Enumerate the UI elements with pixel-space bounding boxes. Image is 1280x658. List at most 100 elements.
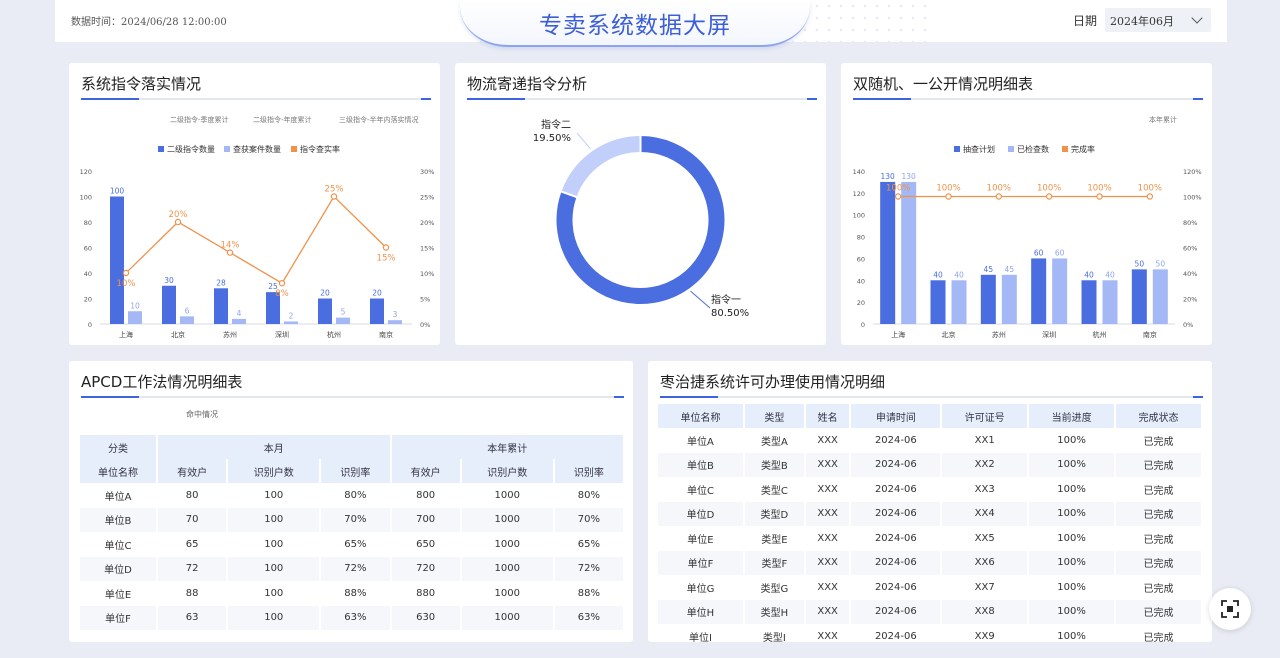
y-tick-label: 80 [84,219,92,227]
table-row[interactable]: 单位E 88 100 88% 880 1000 88% [80,581,623,606]
x-tick-label: 杭州 [327,330,341,339]
y-tick-label: 0 [88,321,92,329]
table-cell: 2024-06 [851,550,941,575]
date-select[interactable]: 2024年06月 [1105,8,1211,32]
bar-series-2 [1152,269,1168,324]
table-row[interactable]: 单位G 类型G XXX 2024-06 XX7 100% 已完成 [658,575,1201,600]
table-cell: 类型C [760,485,788,497]
table-cell: 已完成 [1116,501,1201,526]
date-label: 日期 [1073,14,1098,28]
bar-series-2 [951,280,967,324]
y-tick-label: 120 [853,190,865,198]
table-cell: 单位F [80,605,156,630]
table-cell: 单位I [688,632,712,644]
line-point [226,249,234,256]
table-cell: 880 [416,587,436,599]
table-row[interactable]: 单位B 类型B XXX 2024-06 XX2 100% 已完成 [658,452,1201,477]
table-row[interactable]: 单位F 63 100 63% 630 1000 63% [80,605,623,630]
bar-series-2 [901,181,917,324]
legend-swatch [224,146,230,152]
legend-label: 已检查数 [1017,144,1049,154]
y2-tick-label: 40% [1183,270,1197,278]
table-row[interactable]: 单位F 类型F XXX 2024-06 XX6 100% 已完成 [658,550,1201,575]
table-cell: 已完成 [1143,583,1174,595]
table-header-cell: 许可证号 [942,404,1028,428]
chart-tab[interactable]: 二级指令-年度累计 [253,115,312,124]
chart-tab[interactable]: 三级指令-半年内落实情况 [339,115,419,124]
line-point [382,244,390,251]
data-label: 50 [1156,259,1166,268]
table-cell: 800 [416,489,436,501]
table-cell: 100 [228,556,320,581]
hit-status-tab[interactable]: 命中情况 [186,409,218,420]
table-cell: 已完成 [1116,550,1201,575]
bar-series-1 [1081,280,1097,324]
y-tick-label: 140 [853,168,865,176]
chart-tab[interactable]: 二级指令-季度累计 [170,115,229,124]
y-tick-label: 100 [853,212,865,220]
x-tick-label: 上海 [891,330,905,339]
bar-series-2 [180,316,194,324]
table-row[interactable]: 单位D 72 100 72% 720 1000 72% [80,556,623,581]
table-row[interactable]: 单位C 类型C XXX 2024-06 XX3 100% 已完成 [658,477,1201,502]
table-cell: 1000 [461,605,553,630]
table-row[interactable]: 单位A 80 100 80% 800 1000 80% [80,483,623,508]
table-cell: 类型F [744,550,804,575]
table-cell: 类型I [762,632,786,644]
table-header-cell: 类型 [744,404,804,428]
line-data-label: 15% [377,254,396,264]
y-tick-label: 80 [857,234,865,242]
table-cell: 已完成 [1116,599,1201,624]
table-header-cell: 单位名称 [80,459,156,483]
x-tick-label: 深圳 [1042,330,1056,339]
table-cell: 88% [344,587,367,599]
panel-title: APCD工作法情况明细表 [81,373,243,391]
table-cell: 100% [1029,452,1115,477]
y-tick-label: 20 [84,296,92,304]
donut-label-value: 80.50% [711,308,749,319]
chart-tab[interactable]: 本年累计 [1149,115,1177,124]
legend-swatch [1062,146,1068,152]
table-header-cell: 有效户 [158,459,227,483]
table-row[interactable]: 单位H 类型H XXX 2024-06 XX8 100% 已完成 [658,599,1201,624]
legend-label: 完成率 [1071,144,1095,154]
table-cell: 2024-06 [851,599,941,624]
table-cell: XXX [817,434,838,446]
table-cell: 单位B [80,507,156,532]
line-data-label: 100% [1138,184,1162,194]
table-row[interactable]: 单位A 类型A XXX 2024-06 XX1 100% 已完成 [658,428,1201,453]
y2-tick-label: 120% [1183,168,1202,176]
table-cell: 单位H [658,599,743,624]
table-cell: 单位G [686,583,715,595]
table-header-cell: 识别户数 [228,459,320,483]
bar-series-1 [1131,269,1147,324]
y-tick-label: 120 [80,168,92,176]
y-tick-label: 20 [857,299,865,307]
panel-double-random: 双随机、一公开情况明细表 0 20 40 60 80 100 120 140 0% 20% 40% 6… [841,63,1212,345]
line-point [945,193,952,200]
fullscreen-button[interactable] [1209,588,1251,630]
data-label: 45 [1005,265,1015,274]
table-row[interactable]: 单位D 类型D XXX 2024-06 XX4 100% 已完成 [658,501,1201,526]
table-cell: 63% [321,605,390,630]
table-header-cell: 完成状态 [1116,404,1201,428]
table-row[interactable]: 单位B 70 100 70% 700 1000 70% [80,507,623,532]
table-body: 单位A 类型A XXX 2024-06 XX1 100% 已完成 单位B 类型B XXX 2024-… [658,428,1201,649]
table-cell: 单位E [104,589,132,601]
table-row[interactable]: 单位C 65 100 65% 650 1000 65% [80,532,623,557]
table-row[interactable]: 单位I 类型I XXX 2024-06 XX9 100% 已完成 [658,624,1201,649]
y2-tick-label: 15% [420,245,434,253]
data-label: 40 [933,270,943,279]
table-header-cell: 识别率 [554,459,623,483]
bar-series-2 [284,321,298,324]
line-data-label: 100% [1087,184,1111,194]
table-cell: 720 [391,556,460,581]
panel-apcd-table: APCD工作法情况明细表 命中情况 分类 本月 本年累计 单位名称 有效户 识别户数… [69,361,633,642]
data-label: 30 [164,276,174,285]
x-tick-label: 北京 [171,330,185,339]
table-header-cell: 有效户 [391,459,460,483]
legend-swatch [1008,146,1014,152]
line-series [125,195,387,285]
table-row[interactable]: 单位E 类型E XXX 2024-06 XX5 100% 已完成 [658,526,1201,551]
line-data-label: 10% [117,279,136,289]
